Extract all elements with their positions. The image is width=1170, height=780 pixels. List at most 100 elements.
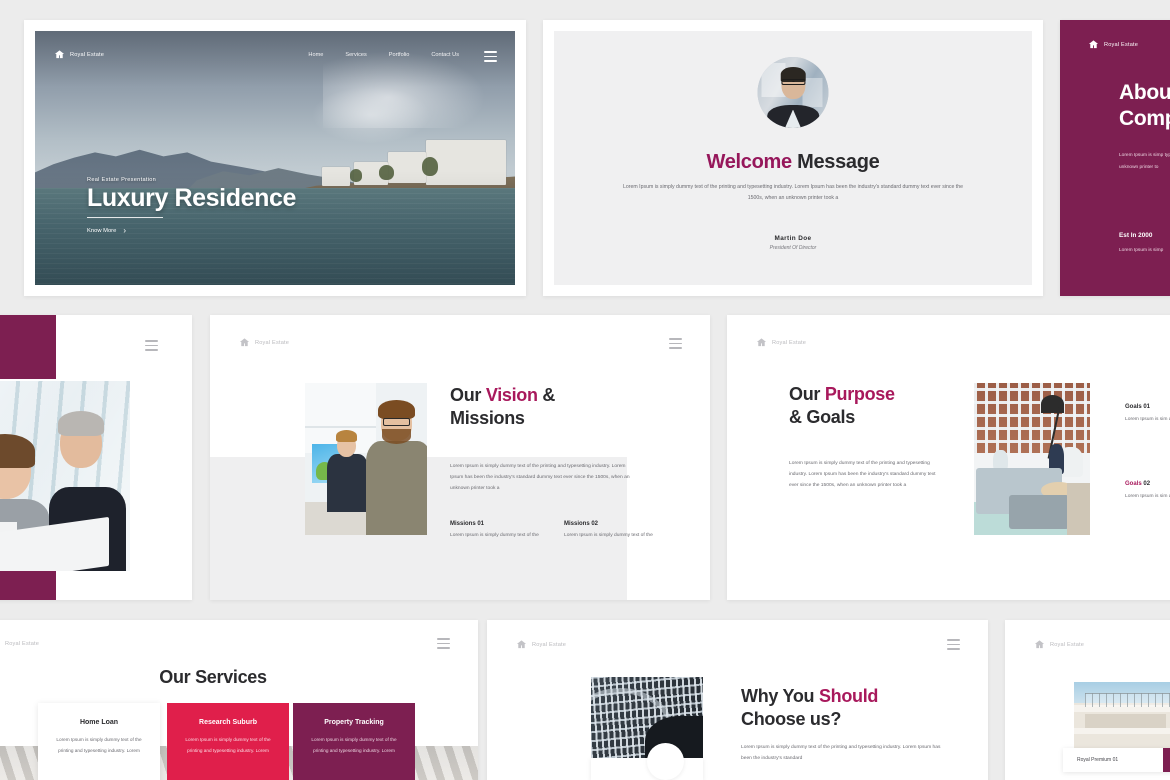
brand-logo[interactable]: Royal Estate	[1088, 39, 1138, 50]
hamburger-menu-icon[interactable]	[484, 51, 497, 62]
decorative-square-bottom	[0, 567, 56, 600]
brand-name: Royal Estate	[255, 339, 290, 346]
more-info-button[interactable]: More Info	[1162, 748, 1170, 772]
service-card-home-loan[interactable]: Home Loan Lorem Ipsum is simply dummy te…	[38, 703, 160, 780]
hero-photo	[35, 31, 515, 285]
divider	[87, 217, 163, 218]
welcome-panel: Welcome Message Lorem Ipsum is simply du…	[554, 31, 1032, 285]
vision-photo	[305, 383, 427, 535]
hamburger-menu-icon[interactable]	[947, 639, 960, 650]
house-icon	[239, 337, 250, 348]
vision-title-post: &	[537, 385, 556, 405]
slide-our-services[interactable]: Royal Estate Our Services Home Loan Lore…	[0, 620, 478, 780]
vision-title-highlight: Vision	[485, 385, 538, 405]
slide-about-company[interactable]: Royal Estate About Comp Lorem Ipsum is s…	[1060, 20, 1170, 296]
missions-column-2: Missions 02 Lorem Ipsum is simply dummy …	[564, 521, 676, 541]
nav-item-contact-us[interactable]: Contact Us	[431, 52, 459, 58]
service-card-title: Property Tracking	[324, 719, 384, 726]
slide-team[interactable]	[0, 315, 192, 600]
about-title-line1: About	[1119, 81, 1170, 104]
about-est-heading: Est In 2000	[1119, 232, 1153, 239]
goals-01-text: Lorem Ipsum is sim dummy text of the	[1125, 417, 1170, 422]
missions-02-heading: Missions 02	[564, 521, 599, 527]
chevron-right-icon: ›	[123, 226, 126, 235]
hero-nav[interactable]: Home Services Portfolio Contact Us	[308, 52, 459, 58]
about-body: Lorem Ipsum is simp typesetting industry…	[1119, 153, 1170, 170]
brand-name: Royal Estate	[532, 641, 567, 648]
vision-title-line2: Missions	[450, 408, 525, 429]
purpose-title-pre: Our	[789, 384, 825, 404]
hamburger-menu-icon[interactable]	[669, 338, 682, 349]
vision-body: Lorem Ipsum is simply dummy text of the …	[450, 464, 630, 492]
team-photo	[0, 381, 130, 571]
missions-02-text: Lorem Ipsum is simply dummy text of the	[564, 533, 653, 538]
house-icon	[1088, 39, 1099, 50]
property-card[interactable]: Royal Premium 01 More Info	[1063, 748, 1170, 772]
brand-logo[interactable]: Royal Estate	[516, 639, 566, 650]
service-card-text: Lorem Ipsum is simply dummy text of the …	[311, 737, 397, 753]
services-title: Our Services	[159, 667, 267, 687]
hero-copy: Real Estate Presentation Luxury Residenc…	[87, 177, 296, 235]
house-icon	[516, 639, 527, 650]
purpose-title: Our Purpose & Goals	[789, 383, 895, 429]
avatar	[757, 57, 829, 128]
goals-02-heading: Goals 02	[1125, 481, 1170, 487]
property-photo	[1074, 682, 1170, 751]
goals-02-text: Lorem Ipsum is sim dummy text of the	[1125, 494, 1170, 499]
purpose-title-line2: & Goals	[789, 407, 855, 428]
service-card-text: Lorem Ipsum is simply dummy text of the …	[185, 737, 271, 753]
about-title-line2: Comp	[1119, 106, 1170, 130]
brand-name: Royal Estate	[5, 640, 40, 647]
brand-logo[interactable]: Royal Estate	[756, 337, 806, 348]
purpose-title-highlight: Purpose	[824, 384, 895, 404]
service-card-property-tracking[interactable]: Property Tracking Lorem Ipsum is simply …	[293, 703, 415, 780]
welcome-title-highlight: Welcome	[706, 151, 793, 173]
about-est-body: Lorem Ipsum is simp	[1119, 248, 1164, 253]
hamburger-menu-icon[interactable]	[145, 340, 158, 351]
vision-title-pre: Our	[450, 385, 486, 405]
brand-name: Royal Estate	[70, 51, 105, 58]
brand-name: Royal Estate	[772, 339, 807, 346]
welcome-author-name: Martin Doe	[774, 235, 812, 242]
brand-name: Royal Estate	[1050, 641, 1085, 648]
slide-vision-missions[interactable]: Royal Estate	[210, 315, 710, 600]
why-title-highlight: Should	[818, 686, 879, 706]
nav-item-portfolio[interactable]: Portfolio	[389, 52, 410, 58]
welcome-author-role: President Of Director	[769, 245, 817, 251]
hero-image-frame: Royal Estate Home Services Portfolio Con…	[35, 31, 515, 285]
lounge-photo	[974, 383, 1090, 535]
building-photo	[591, 677, 703, 758]
know-more-button[interactable]: Know More ›	[87, 227, 296, 235]
brand-logo[interactable]: Royal Estate	[54, 49, 104, 60]
house-icon	[54, 49, 65, 60]
purpose-body: Lorem Ipsum is simply dummy text of the …	[789, 461, 936, 489]
brand-logo[interactable]: Royal Estate	[1034, 639, 1084, 650]
slide-welcome[interactable]: Welcome Message Lorem Ipsum is simply du…	[543, 20, 1043, 296]
brand-name: Royal Estate	[1104, 41, 1139, 48]
welcome-title-rest: Message	[791, 151, 880, 173]
slide-hero[interactable]: Royal Estate Home Services Portfolio Con…	[24, 20, 526, 296]
property-label: Royal Premium 01	[1077, 757, 1119, 763]
brand-logo[interactable]: Royal Estate	[239, 337, 289, 348]
nav-item-services[interactable]: Services	[345, 52, 366, 58]
missions-01-heading: Missions 01	[450, 521, 485, 527]
welcome-body: Lorem Ipsum is simply dummy text of the …	[623, 184, 963, 201]
nav-item-home[interactable]: Home	[308, 52, 323, 58]
why-title-pre: Why You	[741, 686, 819, 706]
why-title: Why You Should Choose us?	[741, 685, 878, 731]
service-card-text: Lorem Ipsum is simply dummy text of the …	[56, 737, 142, 753]
goals-block-1: Goals 01 Lorem Ipsum is sim dummy text o…	[1125, 404, 1170, 425]
vision-title: Our Vision & Missions	[450, 384, 555, 430]
hero-overlay	[35, 31, 515, 285]
slide-grid: Royal Estate Home Services Portfolio Con…	[0, 0, 1170, 780]
service-card-research-suburb[interactable]: Research Suburb Lorem Ipsum is simply du…	[167, 703, 289, 780]
house-icon	[756, 337, 767, 348]
about-title: About Comp	[1119, 80, 1170, 132]
missions-01-text: Lorem Ipsum is simply dummy text of the	[450, 533, 539, 538]
circle-accent	[647, 743, 684, 780]
hero-kicker: Real Estate Presentation	[87, 176, 157, 183]
brand-logo[interactable]: Royal Estate	[0, 638, 39, 649]
welcome-title: Welcome Message	[554, 151, 1032, 174]
hamburger-menu-icon[interactable]	[437, 638, 450, 649]
why-title-line2: Choose us?	[741, 709, 842, 730]
